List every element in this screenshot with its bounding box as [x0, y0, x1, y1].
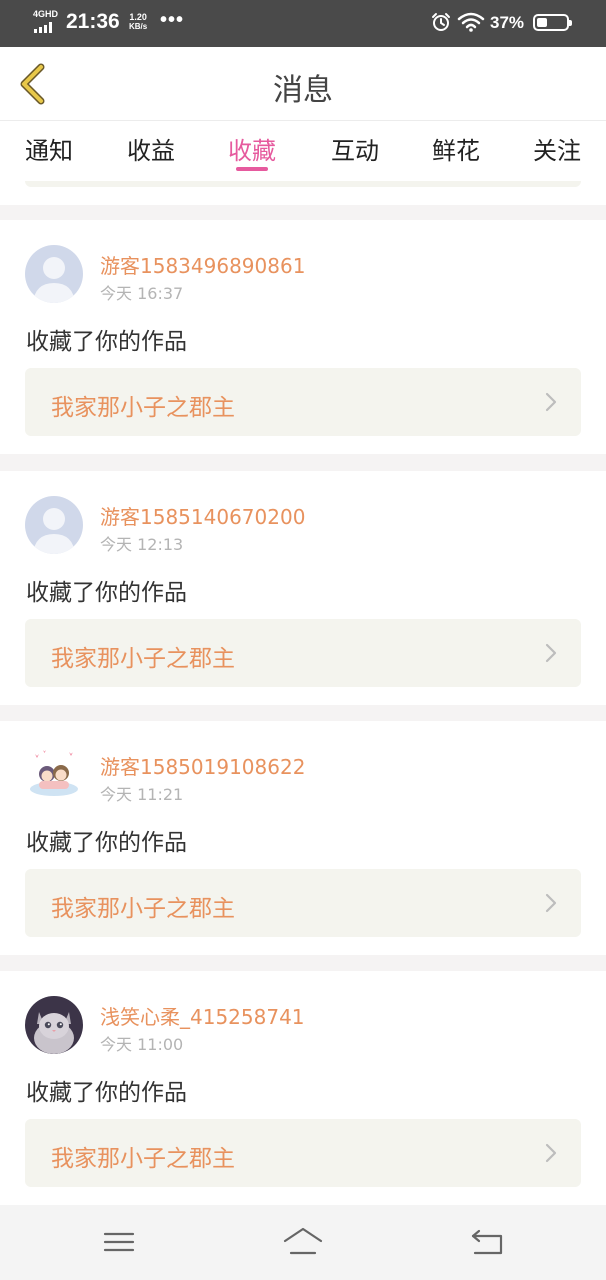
default-avatar-icon[interactable]	[25, 245, 83, 303]
network-speed: 1.20 KB/s	[129, 12, 147, 32]
home-icon[interactable]	[283, 1225, 323, 1259]
chevron-right-icon	[545, 643, 557, 663]
username[interactable]: 游客1585019108622	[100, 751, 305, 780]
menu-icon[interactable]	[99, 1225, 139, 1259]
work-link[interactable]: 我家那小子之郡主	[25, 869, 581, 937]
previous-card-tail	[0, 181, 606, 205]
message-time: 今天 12:13	[100, 535, 184, 554]
network-speed-value: 1.20	[129, 12, 147, 22]
work-title: 我家那小子之郡主	[51, 395, 235, 421]
status-bar: 4GHD 21:36 1.20 KB/s ••• 37%	[0, 0, 606, 47]
chevron-right-icon	[545, 1143, 557, 1163]
message-action: 收藏了你的作品	[26, 1080, 187, 1106]
page-title: 消息	[273, 73, 333, 108]
message-card: 游客1585140670200 今天 12:13 收藏了你的作品 我家那小子之郡…	[0, 471, 606, 705]
network-type: 4GHD	[33, 9, 59, 19]
work-title: 我家那小子之郡主	[51, 1146, 235, 1172]
back-icon[interactable]	[467, 1225, 507, 1259]
tab-bar: 通知 收益 收藏 互动 鲜花 关注	[0, 121, 606, 181]
battery-percent: 37%	[490, 13, 525, 32]
battery-icon	[533, 14, 572, 31]
wifi-icon	[457, 12, 485, 32]
battery-level-fill	[537, 18, 547, 27]
work-link[interactable]: 我家那小子之郡主	[25, 368, 581, 436]
status-time: 21:36	[66, 10, 120, 33]
work-title: 我家那小子之郡主	[51, 896, 235, 922]
message-action: 收藏了你的作品	[26, 580, 187, 606]
username[interactable]: 游客1583496890861	[100, 250, 305, 279]
tab-earnings[interactable]: 收益	[111, 131, 191, 166]
app-header: 消息	[0, 47, 606, 121]
active-tab-indicator	[236, 167, 268, 171]
tab-interactions[interactable]: 互动	[315, 131, 395, 166]
message-card: 游客1585019108622 今天 11:21 收藏了你的作品 我家那小子之郡…	[0, 721, 606, 955]
work-link[interactable]: 我家那小子之郡主	[25, 619, 581, 687]
work-link[interactable]: 我家那小子之郡主	[25, 1119, 581, 1187]
message-time: 今天 11:00	[100, 1035, 184, 1054]
chevron-right-icon	[545, 392, 557, 412]
tab-follows[interactable]: 关注	[517, 131, 597, 166]
tab-flowers[interactable]: 鲜花	[416, 131, 496, 166]
cellular-signal-icon: 4GHD	[33, 9, 61, 34]
default-avatar-icon[interactable]	[25, 496, 83, 554]
system-nav-bar	[0, 1205, 606, 1280]
kitten-photo-avatar-icon[interactable]	[25, 996, 83, 1054]
tab-favorites[interactable]: 收藏	[212, 131, 292, 166]
message-list[interactable]: 游客1583496890861 今天 16:37 收藏了你的作品 我家那小子之郡…	[0, 181, 606, 1205]
chevron-right-icon	[545, 893, 557, 913]
username[interactable]: 游客1585140670200	[100, 501, 305, 530]
alarm-icon	[432, 13, 450, 31]
message-action: 收藏了你的作品	[26, 830, 187, 856]
tab-notifications[interactable]: 通知	[9, 131, 89, 166]
username[interactable]: 浅笑心柔_415258741	[100, 1001, 305, 1030]
message-time: 今天 11:21	[100, 785, 184, 804]
cartoon-couple-avatar-icon[interactable]	[25, 746, 83, 804]
message-card: 浅笑心柔_415258741 今天 11:00 收藏了你的作品 我家那小子之郡主	[0, 971, 606, 1205]
message-action: 收藏了你的作品	[26, 329, 187, 355]
network-speed-unit: KB/s	[129, 22, 148, 31]
more-notifications-icon: •••	[160, 9, 185, 31]
work-title: 我家那小子之郡主	[51, 646, 235, 672]
message-time: 今天 16:37	[100, 284, 184, 303]
message-card: 游客1583496890861 今天 16:37 收藏了你的作品 我家那小子之郡…	[0, 220, 606, 454]
